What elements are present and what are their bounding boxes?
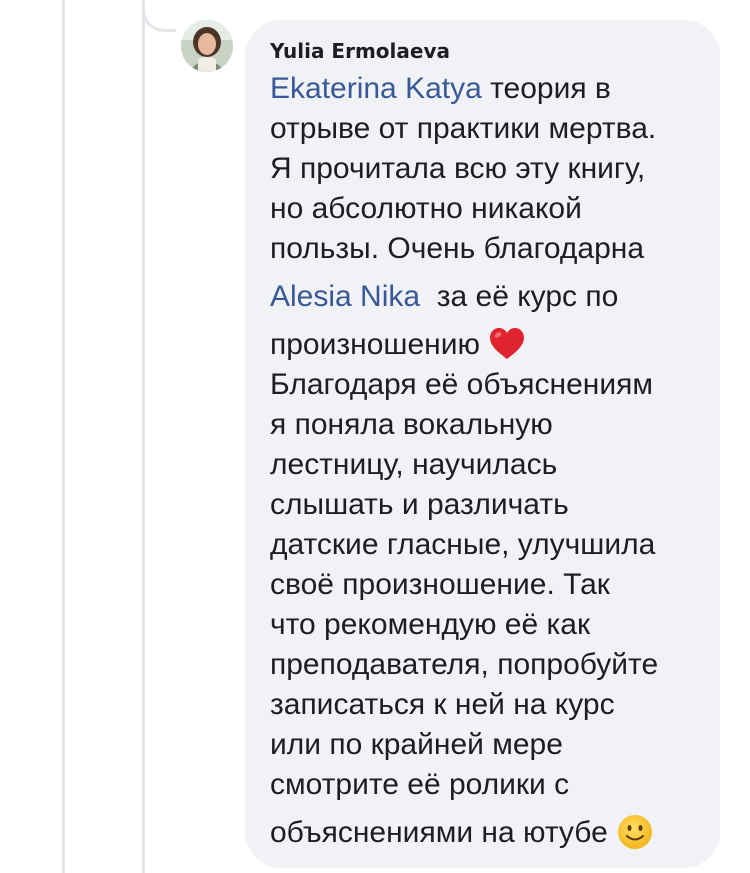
comment-line: Я прочитала всю эту книгу, — [270, 152, 646, 185]
comment-line: смотрите её ролики с — [270, 768, 570, 801]
comment-line: Alesia Nika за её курс по — [270, 269, 708, 325]
comment-line: произношению — [270, 325, 708, 365]
comment-line: пользы. Очень благодарна — [270, 232, 645, 265]
comment-line: записаться к ней на курс — [270, 688, 615, 721]
thread-line-inner — [142, 0, 145, 873]
comment-bubble: Yulia Ermolaeva Ekaterina Katya теория в… — [245, 20, 720, 868]
comment-line: я поняла вокальную — [270, 408, 553, 441]
comment-line: что рекомендую её как — [270, 608, 591, 641]
slightly-smiling-face-icon — [616, 813, 654, 851]
comment-line: или по крайней мере — [270, 728, 563, 761]
comment-line: лестницу, научилась — [270, 448, 558, 481]
red-heart-icon — [488, 325, 526, 363]
comment-line: слышать и различать — [270, 488, 569, 521]
comment-text-segment: объяснениями на ютубе — [270, 816, 608, 849]
comment-text: Ekaterina Katya теория в отрыве от практ… — [270, 69, 708, 861]
comment-text-segment: за её курс по — [420, 280, 619, 313]
comment-author[interactable]: Yulia Ermolaeva — [270, 36, 708, 66]
avatar-photo — [181, 20, 233, 72]
comment-line: но абсолютно никакой — [270, 192, 582, 225]
comment-line: отрыве от практики мертва. — [270, 112, 657, 145]
mention-link[interactable]: Ekaterina Katya — [270, 72, 482, 105]
avatar[interactable] — [181, 20, 233, 72]
comment-text-segment: теория в — [481, 72, 611, 105]
comment-line: датские гласные, улучшила — [270, 528, 656, 561]
comment-line: объяснениями на ютубе — [270, 805, 708, 861]
comment-line: своё произношение. Так — [270, 568, 610, 601]
thread-line-outer — [62, 0, 65, 873]
comment-line: преподавателя, попробуйте — [270, 648, 659, 681]
comment-text-segment: произношению — [270, 328, 480, 361]
mention-link[interactable]: Alesia Nika — [270, 280, 420, 313]
reply-connector — [142, 0, 176, 32]
comment-line: Благодаря её объяснениям — [270, 368, 653, 401]
comment-line: Ekaterina Katya теория в — [270, 69, 708, 109]
